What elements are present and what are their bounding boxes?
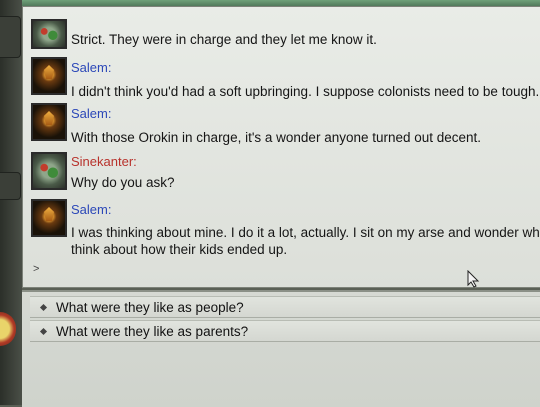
salem-portrait-icon bbox=[31, 103, 67, 141]
speaker-name: Salem: bbox=[71, 202, 112, 217]
dialogue-option-people[interactable]: What were they like as people? bbox=[30, 296, 540, 318]
side-tab-2[interactable] bbox=[0, 172, 21, 200]
dialogue-options-panel: What were they like as people? What were… bbox=[22, 290, 540, 407]
chat-line: Why do you ask? bbox=[71, 175, 175, 190]
bullet-icon bbox=[39, 327, 48, 336]
sinekanter-portrait-icon bbox=[31, 19, 67, 49]
dialogue-option-parents[interactable]: What were they like as parents? bbox=[30, 320, 540, 342]
chat-line: I didn't think you'd had a soft upbringi… bbox=[71, 84, 540, 99]
option-label: What were they like as parents? bbox=[56, 324, 249, 339]
chat-line: Strict. They were in charge and they let… bbox=[71, 32, 377, 47]
chat-line: think about how their kids ended up. bbox=[71, 242, 288, 257]
salem-portrait-icon bbox=[31, 57, 67, 95]
sinekanter-portrait-icon bbox=[31, 152, 67, 190]
chat-log-panel: Strict. They were in charge and they let… bbox=[22, 6, 540, 288]
chat-line: I was thinking about mine. I do it a lot… bbox=[71, 225, 540, 240]
speaker-name: Sinekanter: bbox=[71, 154, 137, 169]
chat-line: With those Orokin in charge, it's a wond… bbox=[71, 130, 482, 145]
bullet-icon bbox=[39, 303, 48, 312]
speaker-name: Salem: bbox=[71, 106, 112, 121]
chat-input-prompt[interactable]: > bbox=[33, 263, 39, 275]
mouse-cursor-icon bbox=[467, 270, 480, 288]
side-tab-1[interactable] bbox=[0, 16, 21, 58]
salem-portrait-icon bbox=[31, 199, 67, 237]
speaker-name: Salem: bbox=[71, 60, 112, 75]
option-label: What were they like as people? bbox=[56, 300, 244, 315]
